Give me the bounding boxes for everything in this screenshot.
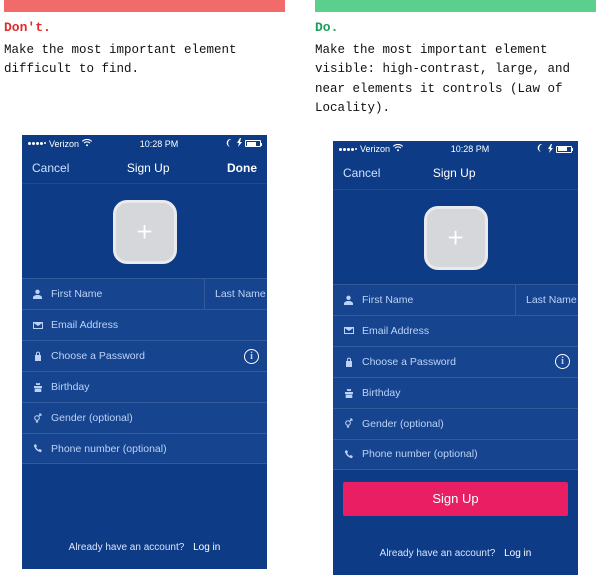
- carrier-label: Verizon: [360, 144, 390, 154]
- do-bar: [315, 0, 596, 12]
- phone-input[interactable]: [362, 448, 568, 460]
- battery-icon: [556, 146, 572, 153]
- carrier-label: Verizon: [49, 139, 79, 149]
- first-name-input[interactable]: [362, 294, 497, 306]
- lock-icon: [343, 357, 354, 367]
- dont-desc: Make the most important element difficul…: [4, 41, 285, 113]
- battery-icon: [245, 140, 261, 147]
- gender-icon: [343, 418, 354, 429]
- password-input[interactable]: [362, 356, 568, 368]
- nav-title: Sign Up: [127, 161, 170, 175]
- already-label: Already have an account?: [69, 542, 185, 553]
- gift-icon: [32, 382, 43, 392]
- mail-icon: [32, 322, 43, 329]
- avatar-upload[interactable]: +: [424, 206, 488, 270]
- avatar-upload[interactable]: +: [113, 200, 177, 264]
- do-tag: Do.: [315, 20, 596, 35]
- signal-dots-icon: [339, 148, 357, 151]
- navbar: Cancel Sign Up: [333, 158, 578, 190]
- phone-dont: Verizon 10:28 PM Cancel: [22, 135, 267, 569]
- mail-icon: [343, 327, 354, 334]
- status-bar: Verizon 10:28 PM: [22, 135, 267, 152]
- cancel-button[interactable]: Cancel: [343, 166, 380, 180]
- phone-icon: [32, 444, 43, 453]
- navbar: Cancel Sign Up Done: [22, 152, 267, 184]
- gender-input[interactable]: [362, 418, 568, 430]
- moon-icon: [537, 144, 545, 154]
- birthday-input[interactable]: [362, 387, 568, 399]
- wifi-icon: [82, 139, 92, 149]
- first-name-input[interactable]: [51, 288, 186, 300]
- clock-label: 10:28 PM: [451, 144, 490, 154]
- password-input[interactable]: [51, 350, 257, 362]
- person-icon: [343, 295, 354, 305]
- login-link[interactable]: Log in: [193, 542, 220, 553]
- done-button[interactable]: Done: [227, 161, 257, 175]
- nav-title: Sign Up: [433, 166, 476, 180]
- email-input[interactable]: [362, 325, 568, 337]
- info-icon[interactable]: i: [244, 349, 259, 364]
- plus-icon: +: [136, 216, 152, 248]
- cancel-button[interactable]: Cancel: [32, 161, 69, 175]
- wifi-icon: [393, 144, 403, 154]
- dont-tag: Don't.: [4, 20, 285, 35]
- bolt-icon: [548, 144, 553, 155]
- bolt-icon: [237, 138, 242, 149]
- signup-button[interactable]: Sign Up: [343, 482, 568, 516]
- gender-input[interactable]: [51, 412, 257, 424]
- gender-icon: [32, 413, 43, 424]
- status-bar: Verizon 10:28 PM: [333, 141, 578, 158]
- moon-icon: [226, 139, 234, 149]
- dont-bar: [4, 0, 285, 12]
- clock-label: 10:28 PM: [140, 139, 179, 149]
- phone-input[interactable]: [51, 443, 257, 455]
- plus-icon: +: [447, 222, 463, 254]
- signal-dots-icon: [28, 142, 46, 145]
- lock-icon: [32, 351, 43, 361]
- do-desc: Make the most important element visible:…: [315, 41, 596, 119]
- phone-do: Verizon 10:28 PM Cancel: [333, 141, 578, 575]
- last-name-input[interactable]: [215, 288, 350, 300]
- phone-icon: [343, 450, 354, 459]
- last-name-input[interactable]: [526, 294, 600, 306]
- person-icon: [32, 289, 43, 299]
- info-icon[interactable]: i: [555, 354, 570, 369]
- birthday-input[interactable]: [51, 381, 257, 393]
- gift-icon: [343, 388, 354, 398]
- email-input[interactable]: [51, 319, 257, 331]
